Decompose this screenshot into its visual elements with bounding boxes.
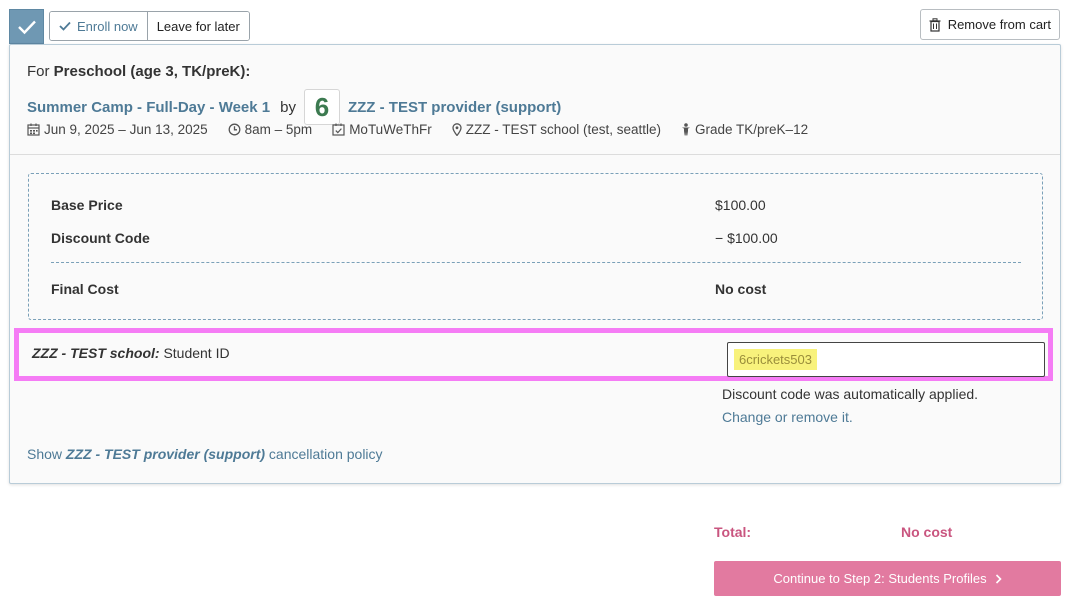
check-icon bbox=[59, 21, 71, 31]
program-meta: Jun 9, 2025 – Jun 13, 2025 8am – 5pm MoT… bbox=[27, 122, 808, 137]
student-id-input[interactable]: 6crickets503 bbox=[727, 342, 1045, 377]
provider-logo-glyph: 6 bbox=[314, 91, 330, 122]
cancellation-policy-link[interactable]: Show ZZZ - TEST provider (support) cance… bbox=[27, 446, 383, 462]
cancellation-prefix: Show bbox=[27, 446, 63, 462]
school-name-label: ZZZ - TEST school: bbox=[32, 345, 160, 361]
total-value: No cost bbox=[901, 524, 953, 540]
trash-icon bbox=[929, 17, 941, 32]
student-id-field-label: Student ID bbox=[163, 345, 230, 361]
dates-item: Jun 9, 2025 – Jun 13, 2025 bbox=[27, 122, 208, 137]
leave-for-later-label: Leave for later bbox=[156, 18, 240, 34]
discount-applied-note: Discount code was automatically applied. bbox=[722, 386, 979, 402]
cancellation-suffix: cancellation policy bbox=[268, 446, 383, 462]
for-group: Preschool (age 3, TK/preK): bbox=[53, 63, 251, 80]
dates-text: Jun 9, 2025 – Jun 13, 2025 bbox=[44, 122, 208, 137]
location-text: ZZZ - TEST school (test, seattle) bbox=[465, 122, 662, 137]
change-discount-link[interactable]: Change or remove it. bbox=[722, 409, 853, 425]
continue-label: Continue to Step 2: Students Profiles bbox=[773, 571, 987, 586]
provider-logo: 6 bbox=[303, 89, 340, 125]
calendar-check-icon bbox=[332, 123, 345, 136]
price-divider bbox=[51, 262, 1021, 263]
remove-from-cart-button[interactable]: Remove from cart bbox=[919, 9, 1060, 40]
program-title-link[interactable]: Summer Camp - Full-Day - Week 1 bbox=[27, 99, 270, 116]
provider-link[interactable]: ZZZ - TEST provider (support) bbox=[348, 99, 561, 116]
student-id-label: ZZZ - TEST school: Student ID bbox=[32, 345, 230, 361]
map-marker-icon bbox=[452, 123, 462, 136]
leave-for-later-button[interactable]: Leave for later bbox=[147, 12, 249, 40]
student-id-value: 6crickets503 bbox=[734, 349, 817, 370]
student-id-row: ZZZ - TEST school: Student ID 6crickets5… bbox=[14, 328, 1053, 381]
cancellation-provider: ZZZ - TEST provider (support) bbox=[65, 446, 266, 462]
days-item: MoTuWeThFr bbox=[332, 122, 432, 137]
for-group-line: For Preschool (age 3, TK/preK): bbox=[27, 63, 250, 80]
program-header: For Preschool (age 3, TK/preK): Summer C… bbox=[10, 45, 1060, 155]
base-price-value: $100.00 bbox=[715, 197, 766, 213]
program-title-line: Summer Camp - Full-Day - Week 1 by 6 ZZZ… bbox=[27, 89, 561, 125]
select-checkbox[interactable] bbox=[9, 9, 44, 44]
price-breakdown: Base Price $100.00 Discount Code − $100.… bbox=[28, 173, 1043, 320]
grade-text: Grade TK/preK–12 bbox=[695, 122, 809, 137]
enroll-now-label: Enroll now bbox=[77, 18, 138, 34]
by-text: by bbox=[280, 98, 296, 116]
enroll-now-button[interactable]: Enroll now bbox=[50, 12, 148, 40]
chevron-right-icon bbox=[995, 573, 1002, 584]
checkmark-icon bbox=[17, 20, 36, 34]
for-prefix: For bbox=[27, 63, 50, 80]
calendar-icon bbox=[27, 123, 40, 136]
grade-item: Grade TK/preK–12 bbox=[681, 122, 808, 137]
discount-code-label: Discount Code bbox=[51, 230, 150, 246]
final-cost-label: Final Cost bbox=[51, 281, 119, 297]
discount-code-value: − $100.00 bbox=[715, 230, 778, 246]
days-text: MoTuWeThFr bbox=[349, 122, 432, 137]
remove-from-cart-label: Remove from cart bbox=[947, 17, 1051, 32]
cart-item-card: For Preschool (age 3, TK/preK): Summer C… bbox=[9, 44, 1061, 484]
clock-icon bbox=[228, 123, 241, 136]
base-price-label: Base Price bbox=[51, 197, 123, 213]
time-item: 8am – 5pm bbox=[228, 122, 313, 137]
location-item: ZZZ - TEST school (test, seattle) bbox=[452, 122, 661, 137]
final-cost-value: No cost bbox=[715, 281, 767, 297]
child-icon bbox=[682, 123, 691, 136]
enroll-toggle-group: Enroll now Leave for later bbox=[49, 11, 250, 41]
time-text: 8am – 5pm bbox=[244, 122, 313, 137]
continue-step2-button[interactable]: Continue to Step 2: Students Profiles bbox=[714, 561, 1061, 596]
total-label: Total: bbox=[714, 524, 752, 540]
